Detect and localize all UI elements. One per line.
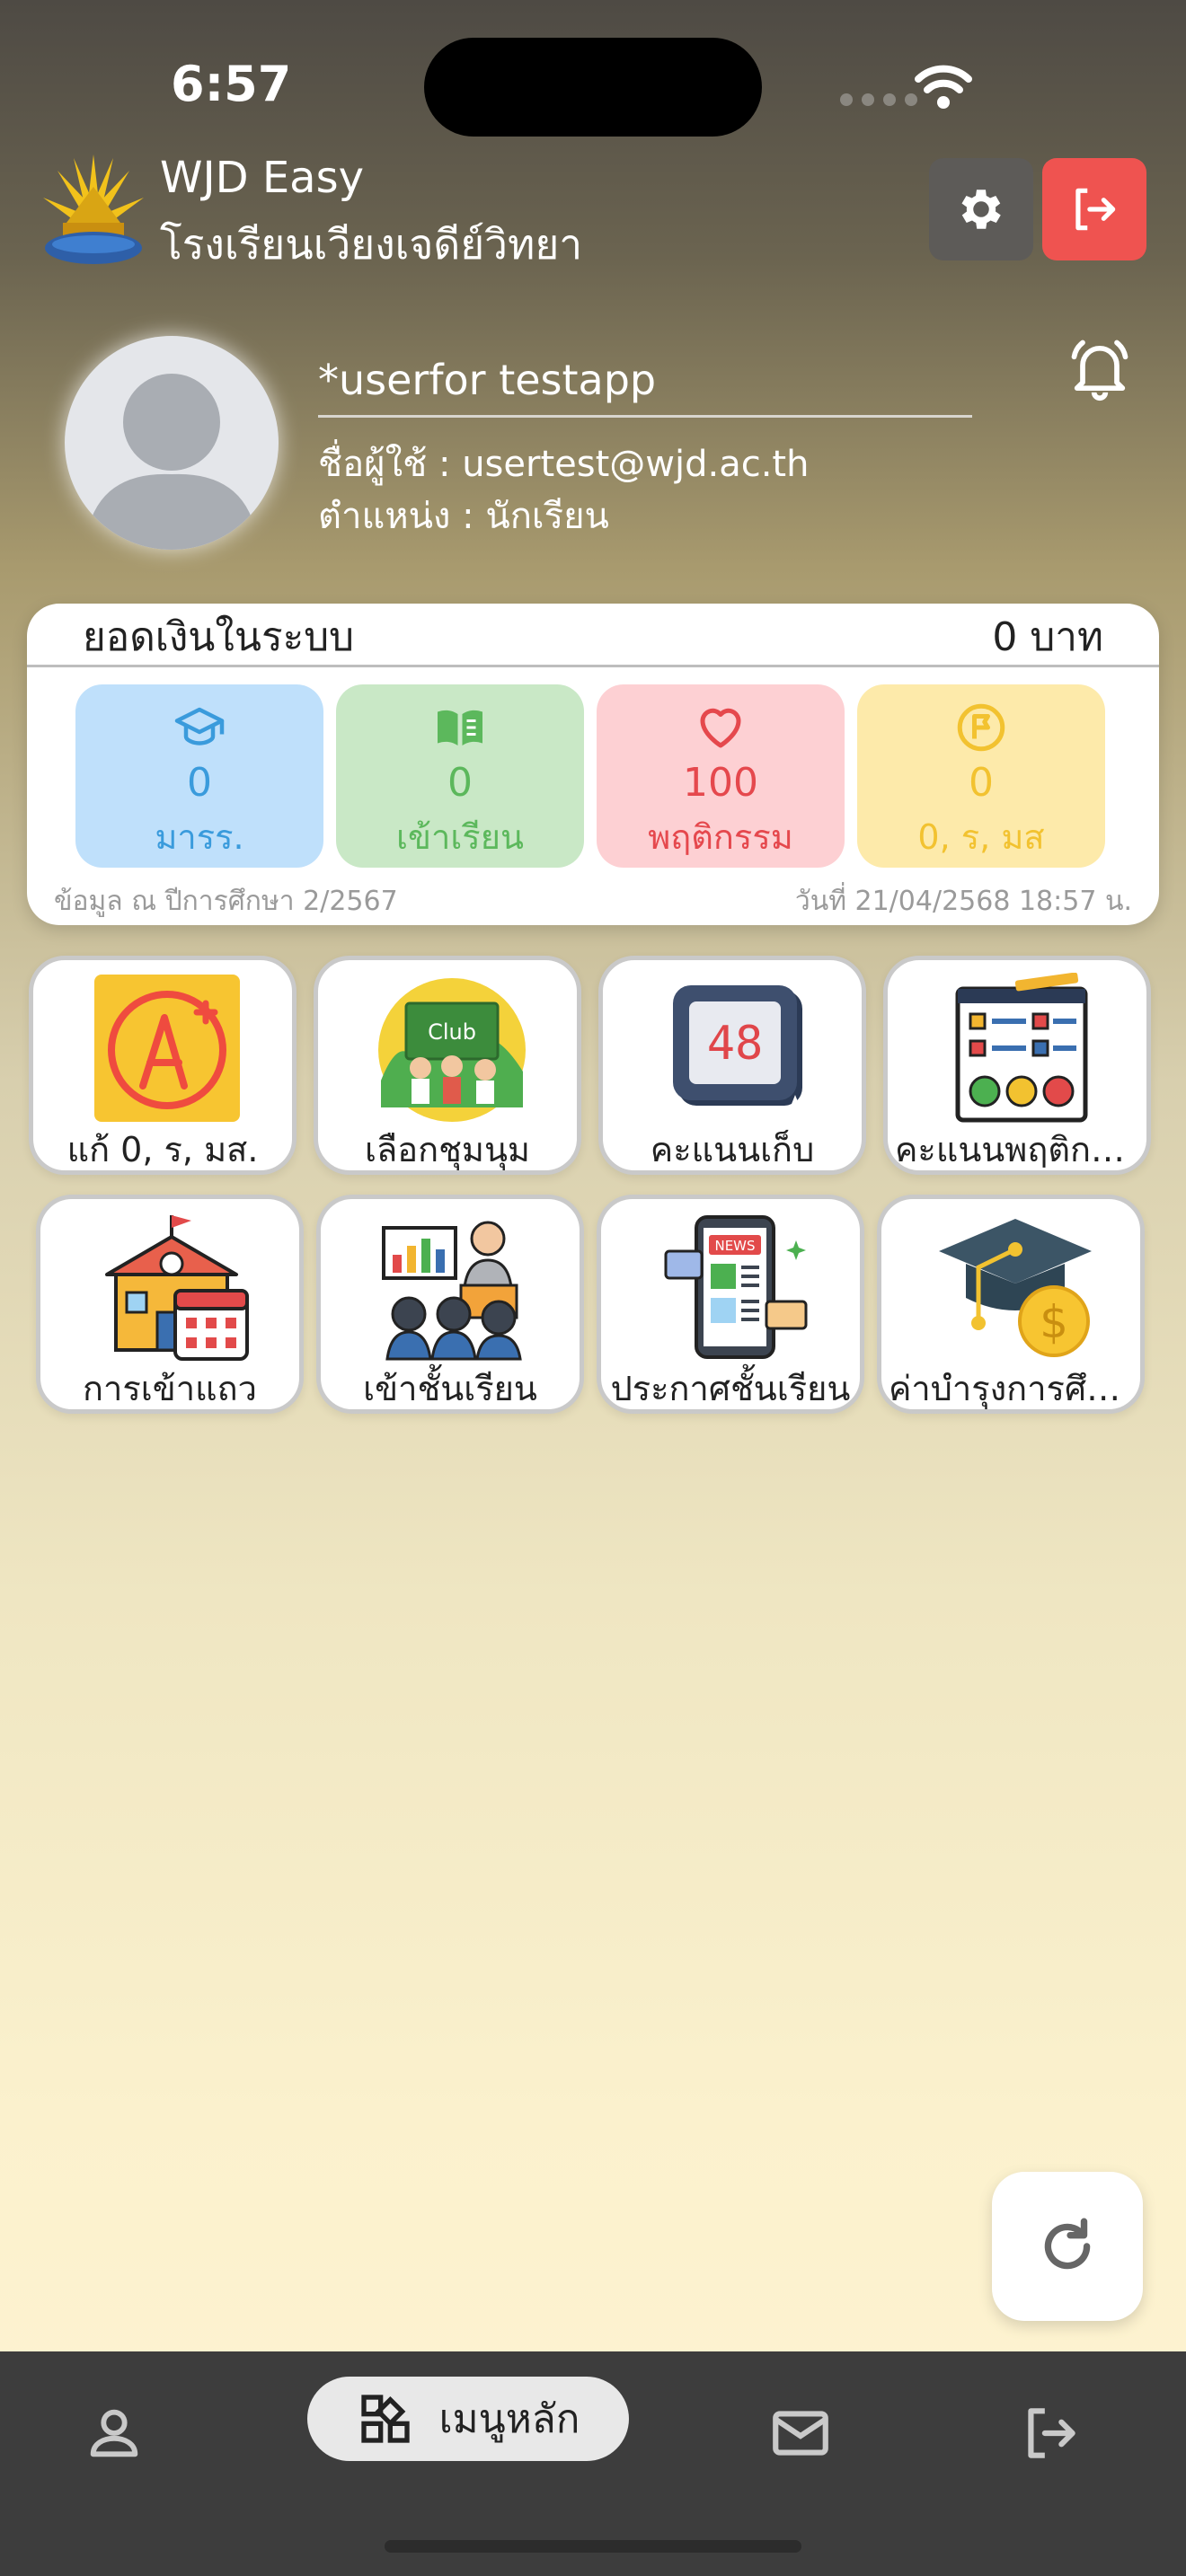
school-logo-icon [43,154,144,264]
nav-home-label: เมนูหลัก [438,2396,580,2442]
menu-class-announcement[interactable]: NEWS ประกาศชั้นเรียน [597,1195,864,1414]
divider [27,665,1159,667]
dynamic-island [424,38,762,137]
score-display-icon: 48 [673,985,808,1120]
user-email: ชื่อผู้ใช้ : usertest@wjd.ac.th [318,444,810,485]
menu-label: แก้ 0, ร, มส. [66,1130,259,1169]
academic-term: ข้อมูล ณ ปีการศึกษา 2/2567 [54,886,398,917]
menu-class-attendance[interactable]: เข้าชั้นเรียน [316,1195,584,1414]
heart-icon [700,708,741,748]
nav-profile[interactable] [74,2393,155,2474]
avatar [65,336,279,550]
stat-attendance[interactable]: 0 เข้าเรียน [336,684,584,868]
svg-text:NEWS: NEWS [714,1238,755,1254]
nav-home[interactable]: เมนูหลัก [307,2377,629,2461]
menu-club[interactable]: Club เลือกชุมนุม [314,956,581,1175]
nav-messages[interactable] [760,2393,841,2474]
nav-logout[interactable] [1010,2393,1091,2474]
user-role: ตำแหน่ง : นักเรียน [318,496,609,537]
menu-line-up[interactable]: การเข้าแถว [36,1195,304,1414]
app-title: WJD Easy [160,153,364,203]
menu-fix-grades[interactable]: แก้ 0, ร, มส. [29,956,296,1175]
notification-bell-icon[interactable] [1066,334,1134,402]
stat-label: มารร. [155,817,244,857]
classroom-icon [382,1221,522,1361]
tuition-fee-icon: $ [939,1219,1092,1357]
flag-circle-icon [957,703,1005,752]
settings-button[interactable] [929,158,1033,260]
menu-behavior-score[interactable]: คะแนนพฤติกรรม [883,956,1151,1175]
status-time: 6:57 [171,56,292,112]
svg-text:Club: Club [428,1019,476,1045]
stat-grade[interactable]: 0 มารร. [75,684,323,868]
refresh-icon [1044,2218,1091,2270]
menu-label: เข้าชั้นเรียน [363,1369,537,1408]
signal-icon [840,93,917,106]
school-calendar-icon [105,1215,249,1361]
person-icon [90,2409,138,2457]
wifi-icon [915,65,972,109]
balance-label: ยอดเงินในระบบ [83,614,355,660]
menu-scores[interactable]: 48 คะแนนเก็บ [598,956,866,1175]
menu-label: เลือกชุมนุม [365,1130,530,1169]
stat-incomplete[interactable]: 0 0, ร, มส [857,684,1105,868]
stat-label: เข้าเรียน [396,817,524,857]
stat-value: 0 [187,760,212,806]
school-name: โรงเรียนเวียงเจดีย์วิทยา [160,220,583,269]
grade-a-plus-icon [94,975,240,1122]
menu-label: ค่าบำรุงการศึกษา [889,1369,1133,1408]
behavior-checklist-icon [955,973,1088,1123]
logout-icon [1028,2408,1075,2458]
home-indicator [385,2540,801,2553]
stat-value: 0 [447,760,473,806]
updated-date: วันที่ 21/04/2568 18:57 น. [794,886,1132,917]
stat-value: 0 [969,760,994,806]
balance-value: 0 บาท [992,614,1103,660]
stat-label: พฤติกรรม [648,817,793,857]
book-icon [438,710,482,745]
menu-label: คะแนนพฤติกรรม [895,1130,1139,1169]
user-placeholder-icon [84,374,259,550]
refresh-button[interactable] [992,2172,1143,2321]
grid-menu-icon [360,2395,410,2443]
stat-behavior[interactable]: 100 พฤติกรรม [597,684,845,868]
svg-text:$: $ [1040,1296,1068,1348]
menu-label: คะแนนเก็บ [650,1130,815,1169]
club-icon: Club [378,978,526,1122]
news-phone-icon: NEWS [664,1215,808,1359]
gear-icon [961,190,1001,229]
svg-text:48: 48 [707,1017,764,1071]
logout-button[interactable] [1042,158,1146,260]
mail-icon [773,2411,828,2456]
graduation-cap-icon [174,707,225,745]
user-name: *userfor testapp [318,356,972,418]
stat-label: 0, ร, มส [917,817,1045,857]
logout-icon [1075,188,1116,231]
stat-value: 100 [683,760,758,806]
menu-label: ประกาศชั้นเรียน [610,1369,851,1408]
menu-label: การเข้าแถว [83,1369,257,1408]
menu-tuition-fee[interactable]: $ ค่าบำรุงการศึกษา [877,1195,1145,1414]
